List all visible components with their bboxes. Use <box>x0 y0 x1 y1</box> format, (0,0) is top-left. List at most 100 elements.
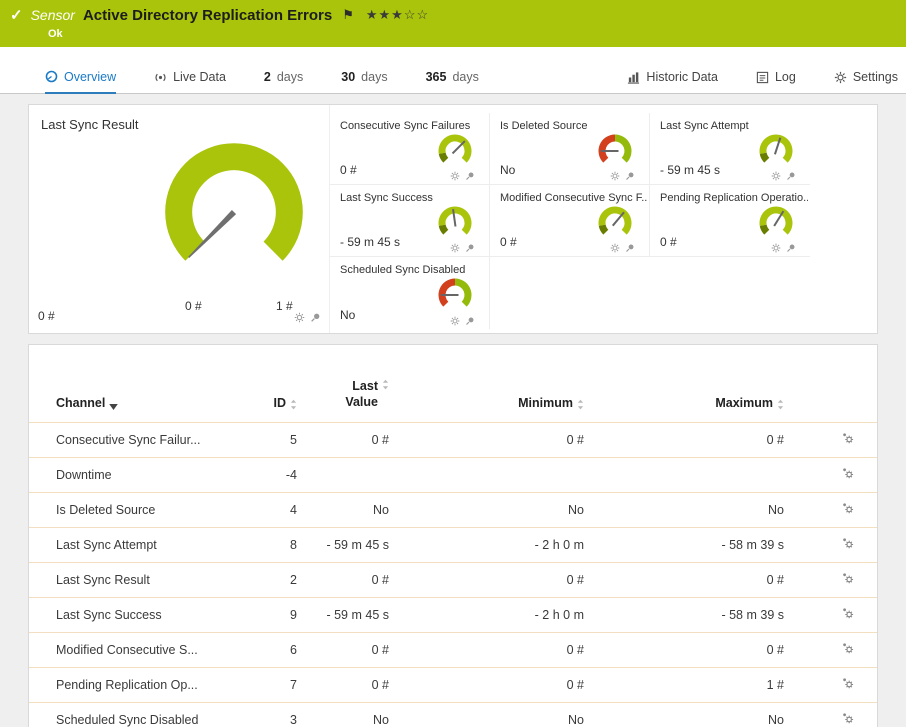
table-row[interactable]: Last Sync Success 9 - 59 m 45 s - 2 h 0 m - … <box>29 597 877 633</box>
gauge-cell-pending-replication-operations[interactable]: Pending Replication Operatio... 0 # <box>650 185 810 257</box>
gauges-panel: Last Sync Result 0 # 0 # 1 # Consecutive… <box>28 104 878 334</box>
gauge-pin-icon[interactable] <box>465 243 475 253</box>
column-header-channel[interactable]: Channel <box>29 345 219 423</box>
channel-name[interactable]: Consecutive Sync Failur... <box>56 433 201 447</box>
channel-name[interactable]: Last Sync Attempt <box>56 538 157 552</box>
tab-365-days[interactable]: 365 days <box>426 61 479 93</box>
channel-name[interactable]: Last Sync Result <box>56 573 150 587</box>
gauge-current-value: 0 # <box>660 235 677 249</box>
channel-settings-icon[interactable] <box>842 537 855 550</box>
table-row[interactable]: Pending Replication Op... 7 0 # 0 # 1 # <box>29 667 877 703</box>
page-title: Active Directory Replication Errors <box>82 6 333 24</box>
gauge-current-value: 0 # <box>500 235 517 249</box>
gauge-settings-icon[interactable] <box>610 171 620 181</box>
priority-flag-icon[interactable]: ⚑ <box>342 7 354 23</box>
gauge-settings-icon[interactable] <box>450 243 460 253</box>
tab-2-days[interactable]: 2 days <box>264 61 303 93</box>
channel-name[interactable]: Last Sync Success <box>56 608 162 622</box>
live-data-icon <box>155 73 166 81</box>
column-header-minimum[interactable]: Minimum <box>389 345 584 423</box>
gauge-settings-icon[interactable] <box>450 316 460 326</box>
tab-label: days <box>452 70 479 84</box>
table-row[interactable]: Scheduled Sync Disabled 3 No No No <box>29 702 877 727</box>
table-row[interactable]: Is Deleted Source 4 No No No <box>29 492 877 528</box>
gauge-cell-last-sync-success[interactable]: Last Sync Success - 59 m 45 s <box>330 185 490 257</box>
table-row[interactable]: Modified Consecutive S... 6 0 # 0 # 0 # <box>29 632 877 668</box>
primary-channel-gauge-cell[interactable]: Last Sync Result 0 # 0 # 1 # <box>29 105 329 333</box>
tab-overview[interactable]: Overview <box>45 61 117 94</box>
gauge-current-value: No <box>340 308 356 322</box>
channel-minimum: - 2 h 0 m <box>534 538 584 553</box>
tab-label: Settings <box>852 70 898 84</box>
gauge-pin-icon[interactable] <box>786 171 796 181</box>
channel-name[interactable]: Pending Replication Op... <box>56 678 198 692</box>
table-row[interactable]: Downtime -4 <box>29 457 877 493</box>
gauge-pin-icon[interactable] <box>465 316 475 326</box>
column-header-id[interactable]: ID <box>219 345 297 423</box>
channel-gauge <box>598 206 632 235</box>
gauge-settings-icon[interactable] <box>771 243 781 253</box>
channel-maximum: No <box>768 713 784 727</box>
channel-id: 8 <box>290 538 297 553</box>
tab-settings[interactable]: Settings <box>834 61 898 93</box>
channel-maximum: 0 # <box>766 573 784 588</box>
sort-icon <box>777 399 784 410</box>
gauge-actions <box>771 171 796 181</box>
stars-empty[interactable]: ☆☆ <box>404 7 429 22</box>
gauge-actions <box>771 243 796 253</box>
channel-settings-icon[interactable] <box>842 572 855 585</box>
channel-gauge <box>438 278 472 307</box>
gauge-title: Last Sync Attempt <box>660 120 749 132</box>
column-header-maximum[interactable]: Maximum <box>584 345 784 423</box>
table-row[interactable]: Last Sync Result 2 0 # 0 # 0 # <box>29 562 877 598</box>
gauge-pin-icon[interactable] <box>625 171 635 181</box>
priority-stars[interactable]: ★★★☆☆ <box>366 7 429 23</box>
channel-settings-icon[interactable] <box>842 712 855 725</box>
channel-gauge <box>438 134 472 163</box>
channel-settings-icon[interactable] <box>842 642 855 655</box>
channel-gauge <box>759 134 793 163</box>
channel-settings-icon[interactable] <box>842 432 855 445</box>
gauge-pin-icon[interactable] <box>310 312 321 323</box>
gauge-cell-scheduled-sync-disabled[interactable]: Scheduled Sync Disabled No <box>330 257 490 329</box>
channel-name[interactable]: Scheduled Sync Disabled <box>56 713 198 727</box>
gauge-actions <box>450 243 475 253</box>
column-header-last-value[interactable]: Last Value <box>297 345 389 423</box>
channel-maximum: - 58 m 39 s <box>721 538 784 553</box>
gauge-settings-icon[interactable] <box>294 312 305 323</box>
channel-settings-icon[interactable] <box>842 607 855 620</box>
gauge-settings-icon[interactable] <box>610 243 620 253</box>
channel-id: 4 <box>290 503 297 518</box>
channel-settings-icon[interactable] <box>842 502 855 515</box>
gauge-settings-icon[interactable] <box>450 171 460 181</box>
gauge-settings-icon[interactable] <box>771 171 781 181</box>
channel-name[interactable]: Modified Consecutive S... <box>56 643 198 657</box>
gauge-cell-consecutive-sync-failures[interactable]: Consecutive Sync Failures 0 # <box>330 113 490 185</box>
tab-30-days[interactable]: 30 days <box>341 61 387 93</box>
channel-name[interactable]: Is Deleted Source <box>56 503 155 517</box>
channel-maximum: 1 # <box>766 678 784 693</box>
gauge-current-value: - 59 m 45 s <box>340 235 401 249</box>
tab-label: days <box>361 70 388 84</box>
channel-last-value: 0 # <box>371 573 389 588</box>
channel-settings-icon[interactable] <box>842 467 855 480</box>
gauge-pin-icon[interactable] <box>465 171 475 181</box>
gauge-cell-is-deleted-source[interactable]: Is Deleted Source No <box>490 113 650 185</box>
channel-name[interactable]: Downtime <box>56 468 112 482</box>
tab-log[interactable]: Log <box>756 61 796 93</box>
object-kind-label: Sensor <box>30 7 75 23</box>
tab-historic-data[interactable]: Historic Data <box>627 61 718 93</box>
table-row[interactable]: Last Sync Attempt 8 - 59 m 45 s - 2 h 0 m - … <box>29 527 877 563</box>
stars-filled[interactable]: ★★★ <box>366 7 404 22</box>
channel-settings-icon[interactable] <box>842 677 855 690</box>
sort-icon <box>577 399 584 410</box>
sort-desc-icon <box>109 404 119 411</box>
gauge-cell-modified-consecutive-sync-failures[interactable]: Modified Consecutive Sync F... 0 # <box>490 185 650 257</box>
gauge-cell-last-sync-attempt[interactable]: Last Sync Attempt - 59 m 45 s <box>650 113 810 185</box>
table-row[interactable]: Consecutive Sync Failur... 5 0 # 0 # 0 # <box>29 422 877 458</box>
channel-last-value: - 59 m 45 s <box>326 538 389 553</box>
status-badge: Ok <box>48 28 63 40</box>
gauge-pin-icon[interactable] <box>786 243 796 253</box>
tab-live-data[interactable]: Live Data <box>154 61 226 93</box>
gauge-pin-icon[interactable] <box>625 243 635 253</box>
